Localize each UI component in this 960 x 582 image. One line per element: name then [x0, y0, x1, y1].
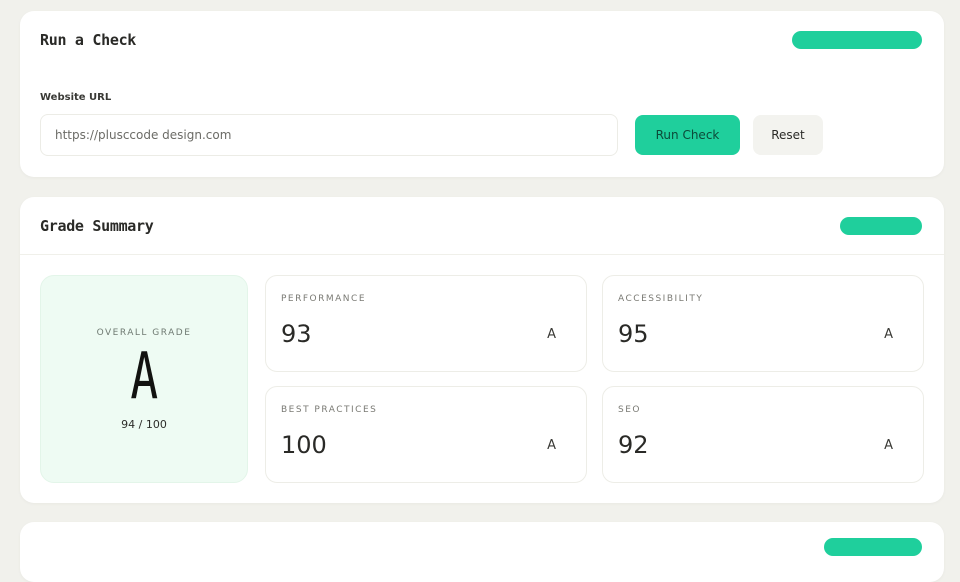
- run-check-status-badge: [792, 31, 922, 49]
- metric-label: BEST PRACTICES: [281, 405, 378, 415]
- metric-card-performance: PERFORMANCE 93 A: [265, 275, 587, 372]
- website-url-input[interactable]: [40, 114, 618, 156]
- metric-card-accessibility: ACCESSIBILITY 95 A: [602, 275, 924, 372]
- metric-value: 95: [618, 320, 649, 348]
- overall-grade-panel: OVERALL GRADE A 94 / 100: [40, 275, 248, 483]
- metric-grade: A: [884, 438, 893, 453]
- metric-value: 100: [281, 431, 327, 459]
- metric-card-best-practices: BEST PRACTICES 100 A: [265, 386, 587, 483]
- reset-button[interactable]: Reset: [753, 115, 823, 155]
- overall-grade-label: OVERALL GRADE: [96, 327, 192, 338]
- next-section-badge: [824, 538, 922, 556]
- metric-label: ACCESSIBILITY: [618, 294, 704, 304]
- run-check-card: Run a Check Website URL Run Check Reset: [20, 11, 944, 177]
- grade-summary-title: Grade Summary: [40, 216, 154, 235]
- metric-label: SEO: [618, 405, 641, 415]
- metric-grade: A: [547, 327, 556, 342]
- grade-summary-badge: [840, 216, 922, 235]
- metric-grade: A: [884, 327, 893, 342]
- run-check-title: Run a Check: [40, 31, 137, 49]
- next-section-card: [20, 522, 944, 582]
- grade-summary-header: Grade Summary: [20, 197, 944, 255]
- website-url-label: Website URL: [40, 92, 112, 103]
- metric-value: 92: [618, 431, 649, 459]
- overall-score: 94 / 100: [121, 417, 167, 431]
- metric-value: 93: [281, 320, 312, 348]
- metric-grade: A: [547, 438, 556, 453]
- metric-label: PERFORMANCE: [281, 294, 367, 304]
- overall-grade-letter: A: [130, 339, 158, 414]
- run-check-button[interactable]: Run Check: [635, 115, 740, 155]
- run-check-header: Run a Check: [20, 11, 944, 69]
- metric-card-seo: SEO 92 A: [602, 386, 924, 483]
- grade-summary-card: Grade Summary OVERALL GRADE A 94 / 100 P…: [20, 197, 944, 503]
